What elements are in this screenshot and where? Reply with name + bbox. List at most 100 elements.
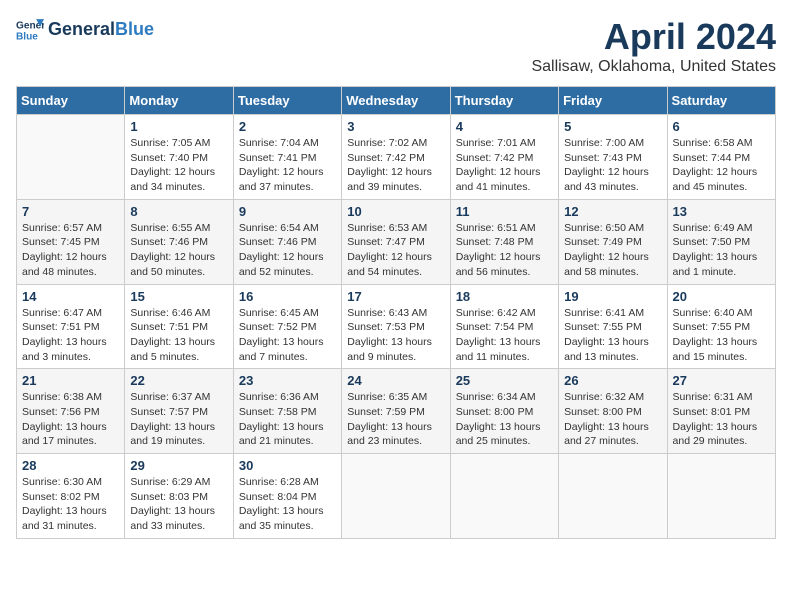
calendar-cell: 16 Sunrise: 6:45 AMSunset: 7:52 PMDayligh… — [233, 284, 341, 369]
calendar-cell: 25 Sunrise: 6:34 AMSunset: 8:00 PMDayligh… — [450, 369, 558, 454]
day-info: Sunrise: 6:49 AMSunset: 7:50 PMDaylight:… — [673, 221, 770, 280]
day-number: 9 — [239, 204, 336, 219]
day-info: Sunrise: 6:43 AMSunset: 7:53 PMDaylight:… — [347, 306, 444, 365]
day-info: Sunrise: 6:36 AMSunset: 7:58 PMDaylight:… — [239, 390, 336, 449]
calendar-cell — [559, 454, 667, 539]
page-header: General Blue GeneralBlue April 2024 Sall… — [16, 16, 776, 76]
calendar-cell: 2 Sunrise: 7:04 AMSunset: 7:41 PMDaylight… — [233, 115, 341, 200]
day-info: Sunrise: 6:30 AMSunset: 8:02 PMDaylight:… — [22, 475, 119, 534]
page-title: April 2024 — [531, 16, 776, 58]
day-info: Sunrise: 6:38 AMSunset: 7:56 PMDaylight:… — [22, 390, 119, 449]
day-info: Sunrise: 7:02 AMSunset: 7:42 PMDaylight:… — [347, 136, 444, 195]
logo-text: GeneralBlue — [48, 20, 154, 40]
calendar-header-saturday: Saturday — [667, 87, 775, 115]
day-number: 8 — [130, 204, 227, 219]
calendar-week-row: 1 Sunrise: 7:05 AMSunset: 7:40 PMDaylight… — [17, 115, 776, 200]
day-info: Sunrise: 6:31 AMSunset: 8:01 PMDaylight:… — [673, 390, 770, 449]
calendar-cell: 20 Sunrise: 6:40 AMSunset: 7:55 PMDayligh… — [667, 284, 775, 369]
day-number: 6 — [673, 119, 770, 134]
calendar-cell: 5Sunrise: 7:00 AMSunset: 7:43 PMDaylight… — [559, 115, 667, 200]
calendar-cell — [17, 115, 125, 200]
day-number: 21 — [22, 373, 119, 388]
day-number: 3 — [347, 119, 444, 134]
calendar-cell: 22Sunrise: 6:37 AMSunset: 7:57 PMDayligh… — [125, 369, 233, 454]
day-info: Sunrise: 6:40 AMSunset: 7:55 PMDaylight:… — [673, 306, 770, 365]
day-number: 30 — [239, 458, 336, 473]
calendar-cell: 8 Sunrise: 6:55 AMSunset: 7:46 PMDaylight… — [125, 199, 233, 284]
day-info: Sunrise: 6:50 AMSunset: 7:49 PMDaylight:… — [564, 221, 661, 280]
day-info: Sunrise: 6:32 AMSunset: 8:00 PMDaylight:… — [564, 390, 661, 449]
day-info: Sunrise: 6:29 AMSunset: 8:03 PMDaylight:… — [130, 475, 227, 534]
day-info: Sunrise: 6:58 AMSunset: 7:44 PMDaylight:… — [673, 136, 770, 195]
day-number: 26 — [564, 373, 661, 388]
calendar-cell: 17 Sunrise: 6:43 AMSunset: 7:53 PMDayligh… — [342, 284, 450, 369]
logo-icon: General Blue — [16, 16, 44, 44]
day-info: Sunrise: 6:53 AMSunset: 7:47 PMDaylight:… — [347, 221, 444, 280]
day-number: 14 — [22, 289, 119, 304]
calendar-cell: 21 Sunrise: 6:38 AMSunset: 7:56 PMDayligh… — [17, 369, 125, 454]
calendar-cell: 18 Sunrise: 6:42 AMSunset: 7:54 PMDayligh… — [450, 284, 558, 369]
day-number: 16 — [239, 289, 336, 304]
calendar-cell — [342, 454, 450, 539]
day-number: 13 — [673, 204, 770, 219]
day-info: Sunrise: 7:01 AMSunset: 7:42 PMDaylight:… — [456, 136, 553, 195]
day-number: 2 — [239, 119, 336, 134]
day-number: 11 — [456, 204, 553, 219]
day-info: Sunrise: 7:04 AMSunset: 7:41 PMDaylight:… — [239, 136, 336, 195]
calendar-header-thursday: Thursday — [450, 87, 558, 115]
day-info: Sunrise: 6:28 AMSunset: 8:04 PMDaylight:… — [239, 475, 336, 534]
day-number: 28 — [22, 458, 119, 473]
calendar-cell: 3 Sunrise: 7:02 AMSunset: 7:42 PMDaylight… — [342, 115, 450, 200]
day-number: 22 — [130, 373, 227, 388]
calendar-week-row: 28 Sunrise: 6:30 AMSunset: 8:02 PMDayligh… — [17, 454, 776, 539]
day-info: Sunrise: 6:45 AMSunset: 7:52 PMDaylight:… — [239, 306, 336, 365]
day-info: Sunrise: 7:05 AMSunset: 7:40 PMDaylight:… — [130, 136, 227, 195]
title-block: April 2024 Sallisaw, Oklahoma, United St… — [531, 16, 776, 76]
calendar-table: SundayMondayTuesdayWednesdayThursdayFrid… — [16, 86, 776, 539]
day-number: 20 — [673, 289, 770, 304]
calendar-cell: 14 Sunrise: 6:47 AMSunset: 7:51 PMDayligh… — [17, 284, 125, 369]
day-info: Sunrise: 6:57 AMSunset: 7:45 PMDaylight:… — [22, 221, 119, 280]
svg-text:Blue: Blue — [16, 31, 38, 42]
calendar-header-tuesday: Tuesday — [233, 87, 341, 115]
calendar-week-row: 14 Sunrise: 6:47 AMSunset: 7:51 PMDayligh… — [17, 284, 776, 369]
day-info: Sunrise: 6:42 AMSunset: 7:54 PMDaylight:… — [456, 306, 553, 365]
day-info: Sunrise: 6:51 AMSunset: 7:48 PMDaylight:… — [456, 221, 553, 280]
day-number: 24 — [347, 373, 444, 388]
day-number: 19 — [564, 289, 661, 304]
calendar-cell: 29 Sunrise: 6:29 AMSunset: 8:03 PMDayligh… — [125, 454, 233, 539]
calendar-cell: 11 Sunrise: 6:51 AMSunset: 7:48 PMDayligh… — [450, 199, 558, 284]
calendar-cell: 1 Sunrise: 7:05 AMSunset: 7:40 PMDaylight… — [125, 115, 233, 200]
day-info: Sunrise: 6:35 AMSunset: 7:59 PMDaylight:… — [347, 390, 444, 449]
day-info: Sunrise: 6:34 AMSunset: 8:00 PMDaylight:… — [456, 390, 553, 449]
day-info: Sunrise: 6:47 AMSunset: 7:51 PMDaylight:… — [22, 306, 119, 365]
calendar-cell: 10 Sunrise: 6:53 AMSunset: 7:47 PMDayligh… — [342, 199, 450, 284]
day-number: 1 — [130, 119, 227, 134]
day-info: Sunrise: 6:41 AMSunset: 7:55 PMDaylight:… — [564, 306, 661, 365]
logo: General Blue GeneralBlue — [16, 16, 154, 44]
day-number: 12 — [564, 204, 661, 219]
calendar-cell: 15Sunrise: 6:46 AMSunset: 7:51 PMDayligh… — [125, 284, 233, 369]
day-info: Sunrise: 6:46 AMSunset: 7:51 PMDaylight:… — [130, 306, 227, 365]
calendar-cell: 19 Sunrise: 6:41 AMSunset: 7:55 PMDayligh… — [559, 284, 667, 369]
calendar-cell: 9Sunrise: 6:54 AMSunset: 7:46 PMDaylight… — [233, 199, 341, 284]
calendar-cell: 24 Sunrise: 6:35 AMSunset: 7:59 PMDayligh… — [342, 369, 450, 454]
day-number: 18 — [456, 289, 553, 304]
page-subtitle: Sallisaw, Oklahoma, United States — [531, 58, 776, 76]
day-number: 25 — [456, 373, 553, 388]
day-number: 4 — [456, 119, 553, 134]
calendar-cell: 28 Sunrise: 6:30 AMSunset: 8:02 PMDayligh… — [17, 454, 125, 539]
calendar-cell: 26 Sunrise: 6:32 AMSunset: 8:00 PMDayligh… — [559, 369, 667, 454]
day-number: 23 — [239, 373, 336, 388]
day-number: 27 — [673, 373, 770, 388]
day-number: 29 — [130, 458, 227, 473]
day-number: 10 — [347, 204, 444, 219]
day-info: Sunrise: 7:00 AMSunset: 7:43 PMDaylight:… — [564, 136, 661, 195]
calendar-cell: 6 Sunrise: 6:58 AMSunset: 7:44 PMDaylight… — [667, 115, 775, 200]
day-info: Sunrise: 6:55 AMSunset: 7:46 PMDaylight:… — [130, 221, 227, 280]
day-number: 17 — [347, 289, 444, 304]
calendar-header-row: SundayMondayTuesdayWednesdayThursdayFrid… — [17, 87, 776, 115]
calendar-cell: 27 Sunrise: 6:31 AMSunset: 8:01 PMDayligh… — [667, 369, 775, 454]
calendar-cell: 7Sunrise: 6:57 AMSunset: 7:45 PMDaylight… — [17, 199, 125, 284]
calendar-cell: 4 Sunrise: 7:01 AMSunset: 7:42 PMDaylight… — [450, 115, 558, 200]
